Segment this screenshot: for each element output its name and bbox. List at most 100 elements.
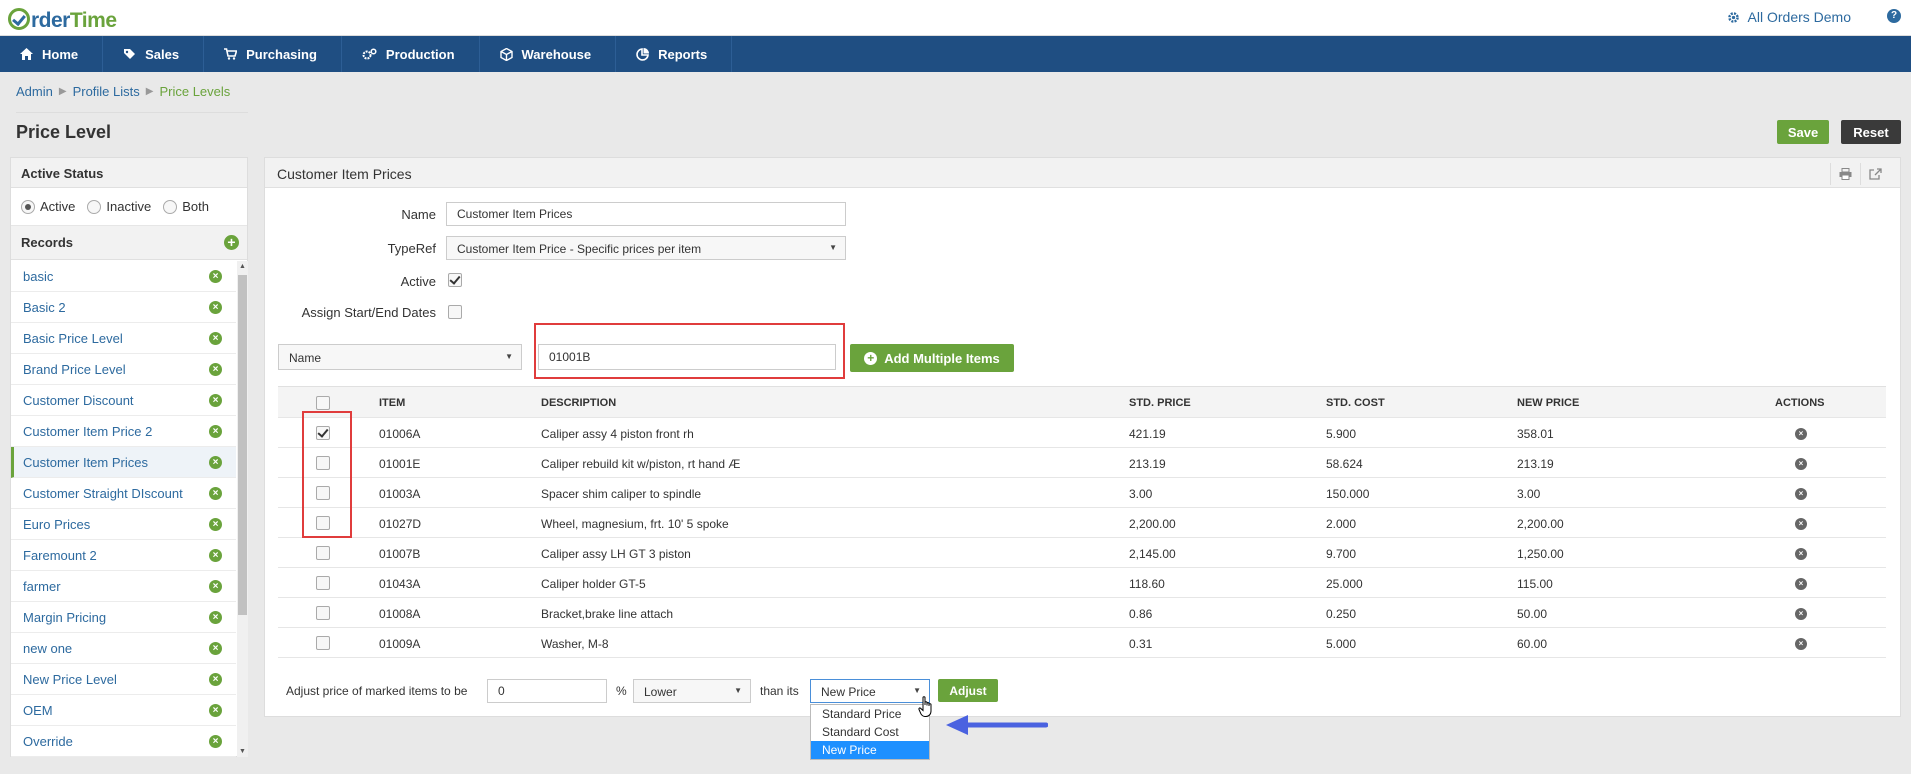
nav-home[interactable]: Home (0, 36, 104, 72)
dates-checkbox[interactable] (448, 305, 462, 319)
remove-record-icon[interactable]: × (209, 735, 222, 748)
record-item[interactable]: New Price Level × (11, 664, 236, 695)
cogs-icon (362, 47, 377, 59)
remove-record-icon[interactable]: × (209, 270, 222, 283)
delete-row-icon[interactable]: × (1795, 548, 1807, 560)
remove-record-icon[interactable]: × (209, 518, 222, 531)
radio-inactive[interactable]: Inactive (87, 199, 151, 214)
record-item[interactable]: Customer Straight DIscount × (11, 478, 236, 509)
record-item[interactable]: Customer Item Price 2 × (11, 416, 236, 447)
breadcrumb-admin[interactable]: Admin (16, 84, 53, 99)
remove-record-icon[interactable]: × (209, 301, 222, 314)
select-all-checkbox[interactable] (316, 396, 330, 410)
remove-record-icon[interactable]: × (209, 673, 222, 686)
cell-std-price: 2,145.00 (1129, 547, 1176, 561)
scroll-thumb[interactable] (238, 275, 247, 615)
caret-down-icon: ▼ (734, 686, 742, 695)
nav-sales[interactable]: Sales (103, 36, 205, 72)
reset-button[interactable]: Reset (1841, 120, 1901, 144)
name-input[interactable] (446, 202, 846, 226)
remove-record-icon[interactable]: × (209, 363, 222, 376)
remove-record-icon[interactable]: × (209, 549, 222, 562)
table-row: 01009A Washer, M-8 0.31 5.000 60.00 × (278, 628, 1886, 658)
ordertime-logo[interactable]: rderTime (8, 5, 117, 33)
cell-new-price: 1,250.00 (1517, 547, 1564, 561)
remove-record-icon[interactable]: × (209, 456, 222, 469)
logo-text-left: rder (31, 9, 70, 32)
company-menu[interactable]: All Orders Demo (1727, 9, 1851, 25)
record-item[interactable]: Margin Pricing × (11, 602, 236, 633)
remove-record-icon[interactable]: × (209, 580, 222, 593)
scroll-up-icon[interactable]: ▲ (239, 263, 246, 270)
add-record-icon[interactable]: + (224, 235, 239, 250)
delete-row-icon[interactable]: × (1795, 518, 1807, 530)
option-standard-price[interactable]: Standard Price (811, 705, 929, 723)
print-icon[interactable] (1830, 163, 1860, 185)
pie-chart-icon (636, 47, 650, 61)
basis-select[interactable]: New Price ▼ (810, 679, 930, 703)
adjust-button[interactable]: Adjust (938, 679, 998, 702)
remove-record-icon[interactable]: × (209, 394, 222, 407)
save-button[interactable]: Save (1777, 120, 1829, 144)
export-icon[interactable] (1860, 163, 1890, 185)
record-item[interactable]: OEM × (11, 695, 236, 726)
row-checkbox[interactable] (316, 636, 330, 650)
record-item[interactable]: Customer Discount × (11, 385, 236, 416)
record-item[interactable]: Override × (11, 726, 236, 757)
nav-reports[interactable]: Reports (616, 36, 733, 72)
nav-production[interactable]: Production (342, 36, 480, 72)
cell-std-cost: 58.624 (1326, 457, 1363, 471)
record-label: OEM (23, 703, 53, 718)
radio-active[interactable]: Active (21, 199, 75, 214)
delete-row-icon[interactable]: × (1795, 428, 1807, 440)
scroll-down-icon[interactable]: ▼ (239, 748, 246, 755)
record-item[interactable]: basic × (11, 261, 236, 292)
record-item[interactable]: Basic 2 × (11, 292, 236, 323)
remove-record-icon[interactable]: × (209, 704, 222, 717)
tag-icon (124, 48, 136, 59)
delete-row-icon[interactable]: × (1795, 608, 1807, 620)
active-status-heading: Active Status (11, 158, 247, 188)
record-item[interactable]: farmer × (11, 571, 236, 602)
delete-row-icon[interactable]: × (1795, 458, 1807, 470)
typeref-select[interactable]: Customer Item Price - Specific prices pe… (446, 236, 846, 260)
radio-both[interactable]: Both (163, 199, 209, 214)
cell-std-cost: 9.700 (1326, 547, 1357, 561)
remove-record-icon[interactable]: × (209, 332, 222, 345)
record-label: New Price Level (23, 672, 117, 687)
direction-select[interactable]: Lower ▼ (633, 679, 751, 703)
annotation-box-checkboxes (302, 411, 352, 538)
nav-warehouse[interactable]: Warehouse (480, 36, 617, 72)
delete-row-icon[interactable]: × (1795, 488, 1807, 500)
search-field-select[interactable]: Name ▼ (278, 344, 522, 370)
nav-purchasing[interactable]: Purchasing (204, 36, 342, 72)
add-multiple-items-button[interactable]: + Add Multiple Items (850, 344, 1014, 372)
row-checkbox[interactable] (316, 546, 330, 560)
record-item[interactable]: Customer Item Prices × (11, 447, 236, 478)
remove-record-icon[interactable]: × (209, 642, 222, 655)
table-row: 01043A Caliper holder GT-5 118.60 25.000 115… (278, 568, 1886, 598)
record-item[interactable]: Brand Price Level × (11, 354, 236, 385)
radio-label: Active (40, 199, 76, 214)
typeref-label: TypeRef (387, 241, 436, 256)
record-item[interactable]: Euro Prices × (11, 509, 236, 540)
row-checkbox[interactable] (316, 576, 330, 590)
record-item[interactable]: new one × (11, 633, 236, 664)
records-scrollbar[interactable]: ▲ ▼ (237, 261, 248, 757)
option-new-price[interactable]: New Price (811, 741, 929, 759)
delete-row-icon[interactable]: × (1795, 578, 1807, 590)
help-icon[interactable]: ? (1887, 9, 1901, 23)
breadcrumb-profile-lists[interactable]: Profile Lists (73, 84, 140, 99)
delete-row-icon[interactable]: × (1795, 638, 1807, 650)
active-checkbox[interactable] (448, 273, 462, 287)
remove-record-icon[interactable]: × (209, 425, 222, 438)
item-search-input[interactable] (538, 344, 836, 370)
record-item[interactable]: Basic Price Level × (11, 323, 236, 354)
remove-record-icon[interactable]: × (209, 487, 222, 500)
record-item[interactable]: Faremount 2 × (11, 540, 236, 571)
option-standard-cost[interactable]: Standard Cost (811, 723, 929, 741)
row-checkbox[interactable] (316, 606, 330, 620)
adjust-value-input[interactable] (487, 679, 607, 703)
remove-record-icon[interactable]: × (209, 611, 222, 624)
home-icon (20, 48, 33, 60)
